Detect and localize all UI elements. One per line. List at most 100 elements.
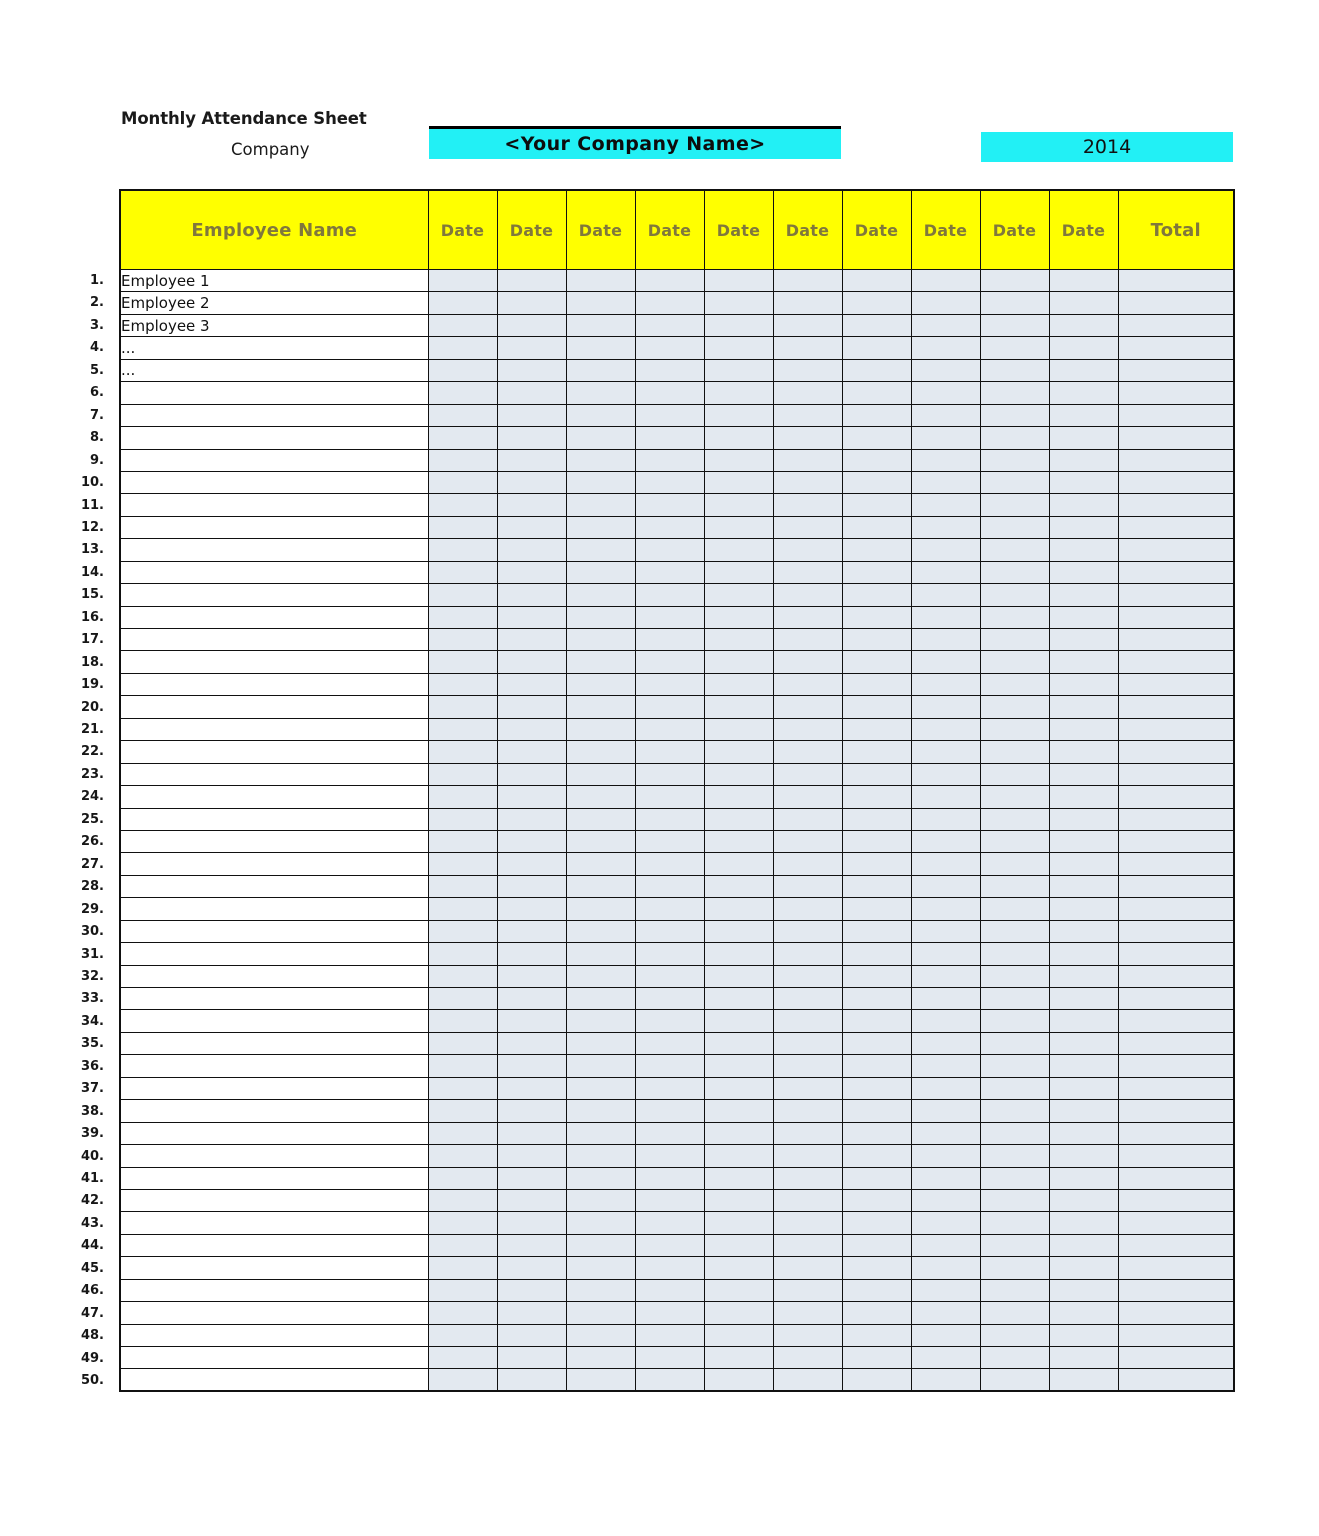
attendance-cell[interactable]: [1048, 829, 1119, 854]
total-cell[interactable]: [1117, 740, 1235, 764]
attendance-cell[interactable]: [427, 986, 498, 1011]
attendance-cell[interactable]: [979, 470, 1050, 495]
column-header-d3[interactable]: Date: [565, 189, 636, 270]
attendance-cell[interactable]: [565, 560, 636, 585]
employee-name-cell[interactable]: [119, 1233, 429, 1258]
attendance-cell[interactable]: [496, 313, 567, 338]
employee-name-cell[interactable]: [119, 1121, 429, 1146]
attendance-cell[interactable]: [703, 807, 774, 831]
employee-name-cell[interactable]: Employee 3: [119, 313, 429, 338]
employee-name-cell[interactable]: [119, 1278, 429, 1303]
attendance-cell[interactable]: [427, 807, 498, 831]
total-cell[interactable]: [1117, 313, 1235, 338]
attendance-cell[interactable]: [979, 762, 1050, 787]
total-cell[interactable]: [1117, 1031, 1235, 1056]
attendance-cell[interactable]: [772, 762, 843, 787]
attendance-cell[interactable]: [703, 852, 774, 876]
attendance-cell[interactable]: [427, 829, 498, 854]
attendance-cell[interactable]: [772, 627, 843, 652]
attendance-cell[interactable]: [703, 1009, 774, 1033]
attendance-cell[interactable]: [496, 852, 567, 876]
total-cell[interactable]: [1117, 493, 1235, 517]
attendance-cell[interactable]: [634, 403, 705, 428]
attendance-cell[interactable]: [427, 1009, 498, 1033]
attendance-cell[interactable]: [772, 1144, 843, 1168]
attendance-cell[interactable]: [703, 381, 774, 405]
employee-name-cell[interactable]: [119, 1211, 429, 1235]
total-cell[interactable]: [1117, 1345, 1235, 1370]
total-cell[interactable]: [1117, 627, 1235, 652]
attendance-cell[interactable]: [1048, 1368, 1119, 1392]
attendance-cell[interactable]: [910, 829, 981, 854]
attendance-cell[interactable]: [772, 1054, 843, 1078]
attendance-cell[interactable]: [427, 1256, 498, 1280]
attendance-cell[interactable]: [1048, 807, 1119, 831]
total-cell[interactable]: [1117, 785, 1235, 809]
attendance-cell[interactable]: [841, 1031, 912, 1056]
attendance-cell[interactable]: [979, 1031, 1050, 1056]
attendance-cell[interactable]: [634, 807, 705, 831]
attendance-cell[interactable]: [634, 1368, 705, 1392]
attendance-cell[interactable]: [496, 605, 567, 630]
attendance-cell[interactable]: [565, 1368, 636, 1392]
attendance-cell[interactable]: [496, 583, 567, 607]
attendance-cell[interactable]: [772, 1301, 843, 1325]
attendance-cell[interactable]: [772, 740, 843, 764]
attendance-cell[interactable]: [1048, 560, 1119, 585]
attendance-cell[interactable]: [772, 291, 843, 315]
total-cell[interactable]: [1117, 515, 1235, 540]
attendance-cell[interactable]: [634, 717, 705, 742]
attendance-cell[interactable]: [910, 717, 981, 742]
attendance-cell[interactable]: [565, 470, 636, 495]
attendance-cell[interactable]: [496, 336, 567, 360]
attendance-cell[interactable]: [634, 1054, 705, 1078]
attendance-cell[interactable]: [496, 560, 567, 585]
attendance-cell[interactable]: [634, 470, 705, 495]
attendance-cell[interactable]: [772, 358, 843, 383]
attendance-cell[interactable]: [910, 1323, 981, 1348]
attendance-cell[interactable]: [1048, 448, 1119, 472]
column-header-d10[interactable]: Date: [1048, 189, 1119, 270]
attendance-cell[interactable]: [703, 672, 774, 697]
attendance-cell[interactable]: [841, 942, 912, 966]
attendance-cell[interactable]: [565, 1009, 636, 1033]
employee-name-cell[interactable]: [119, 717, 429, 742]
attendance-cell[interactable]: [427, 672, 498, 697]
attendance-cell[interactable]: [703, 291, 774, 315]
attendance-cell[interactable]: [565, 1144, 636, 1168]
attendance-cell[interactable]: [841, 1301, 912, 1325]
attendance-cell[interactable]: [979, 672, 1050, 697]
attendance-cell[interactable]: [979, 1121, 1050, 1146]
attendance-cell[interactable]: [841, 1188, 912, 1213]
attendance-cell[interactable]: [1048, 1144, 1119, 1168]
attendance-cell[interactable]: [772, 785, 843, 809]
attendance-cell[interactable]: [634, 1121, 705, 1146]
attendance-cell[interactable]: [565, 1031, 636, 1056]
attendance-cell[interactable]: [1048, 336, 1119, 360]
total-cell[interactable]: [1117, 1166, 1235, 1190]
attendance-cell[interactable]: [1048, 919, 1119, 944]
attendance-cell[interactable]: [979, 717, 1050, 742]
attendance-cell[interactable]: [427, 268, 498, 293]
attendance-cell[interactable]: [910, 1345, 981, 1370]
attendance-cell[interactable]: [565, 1256, 636, 1280]
attendance-cell[interactable]: [979, 448, 1050, 472]
attendance-cell[interactable]: [979, 852, 1050, 876]
attendance-cell[interactable]: [979, 538, 1050, 562]
attendance-cell[interactable]: [634, 650, 705, 674]
attendance-cell[interactable]: [910, 897, 981, 921]
attendance-cell[interactable]: [496, 807, 567, 831]
attendance-cell[interactable]: [910, 785, 981, 809]
attendance-cell[interactable]: [496, 1031, 567, 1056]
attendance-cell[interactable]: [979, 627, 1050, 652]
attendance-cell[interactable]: [496, 785, 567, 809]
employee-name-cell[interactable]: [119, 1054, 429, 1078]
attendance-cell[interactable]: [496, 1166, 567, 1190]
attendance-cell[interactable]: [703, 897, 774, 921]
attendance-cell[interactable]: [703, 1323, 774, 1348]
attendance-cell[interactable]: [703, 717, 774, 742]
attendance-cell[interactable]: [496, 829, 567, 854]
attendance-cell[interactable]: [496, 1301, 567, 1325]
attendance-cell[interactable]: [427, 1099, 498, 1123]
attendance-cell[interactable]: [910, 268, 981, 293]
